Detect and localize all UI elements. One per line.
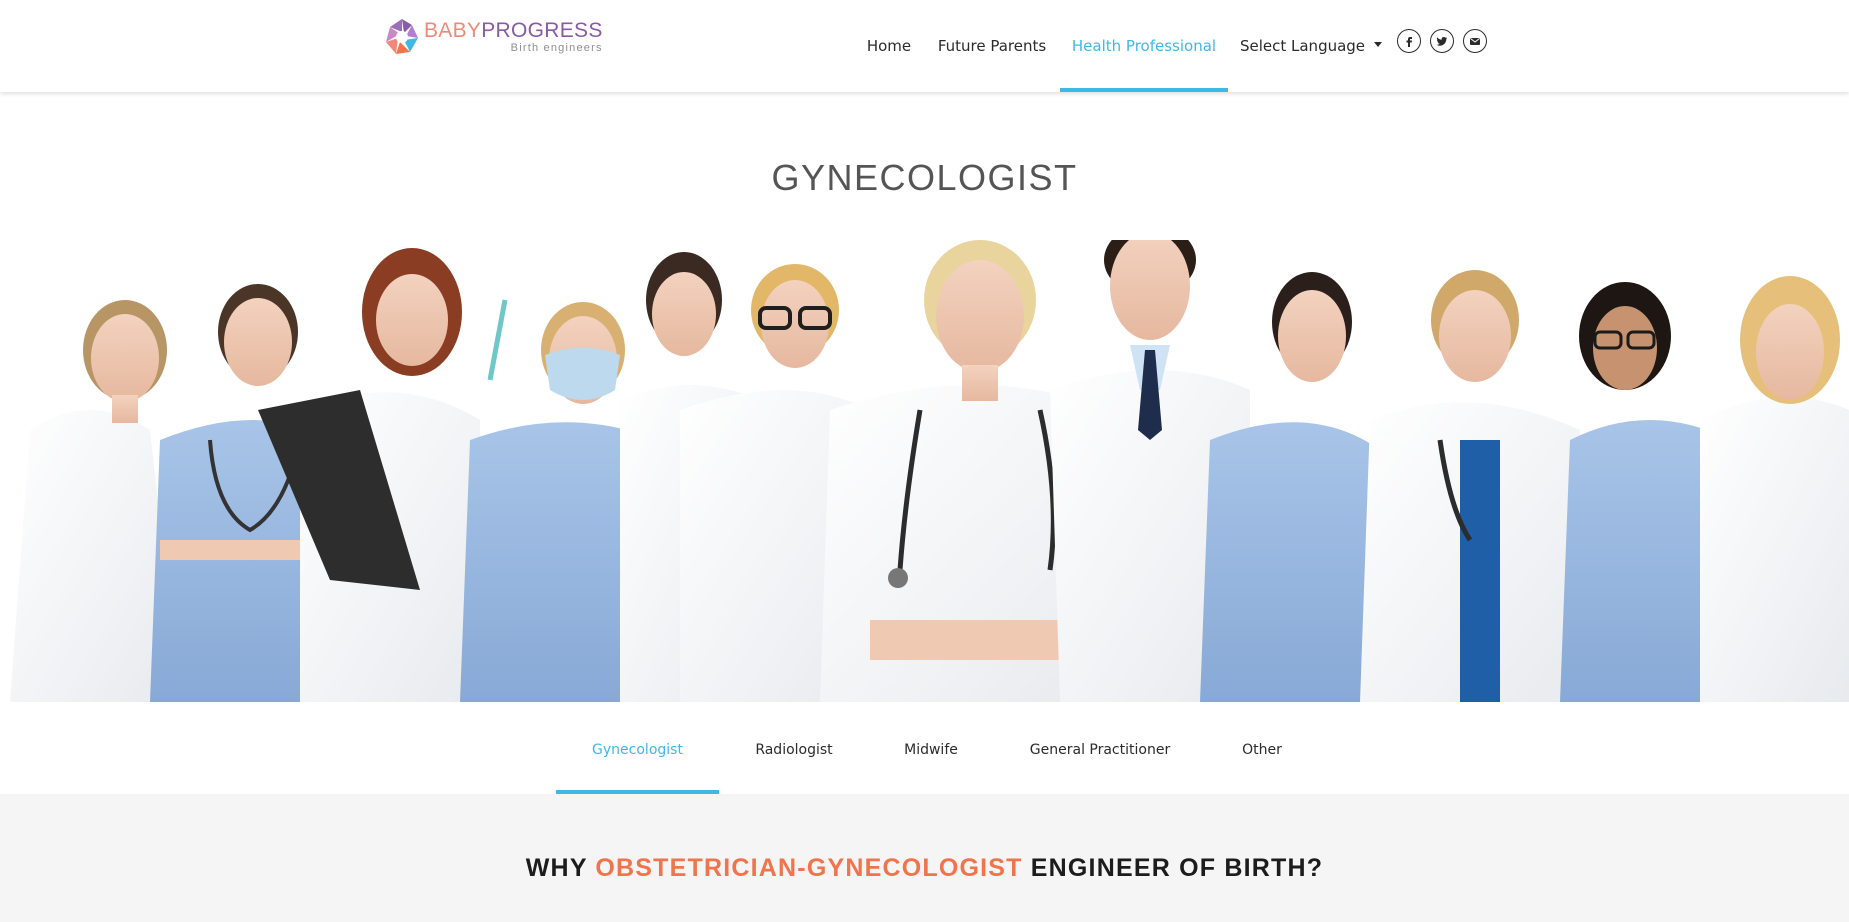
tab-midwife-label: Midwife <box>904 742 958 758</box>
tab-radiologist[interactable]: Radiologist <box>737 702 851 794</box>
brand-name-part1: BABY <box>424 19 482 42</box>
language-dropdown-label: Select Language <box>1239 37 1366 55</box>
tab-midwife[interactable]: Midwife <box>880 702 982 794</box>
brand-name-part2: PROGRESS <box>481 19 603 42</box>
email-link[interactable] <box>1463 29 1487 53</box>
staff-figure <box>1200 272 1390 702</box>
why-heading-suffix: ENGINEER OF BIRTH? <box>1022 854 1324 882</box>
tab-general-practitioner[interactable]: General Practitioner <box>1010 702 1190 794</box>
profession-tabs: Gynecologist Radiologist Midwife General… <box>0 702 1849 794</box>
site-header: BABYPROGRESS Birth engineers Home Future… <box>0 0 1849 92</box>
tab-gynecologist[interactable]: Gynecologist <box>556 702 719 794</box>
medical-team-image <box>10 240 1849 702</box>
brand-tagline: Birth engineers <box>510 42 603 54</box>
email-icon <box>1470 38 1480 45</box>
babyprogress-logo-icon <box>386 19 418 54</box>
nav-health-professional[interactable]: Health Professional <box>1060 0 1228 92</box>
why-heading: WHY OBSTETRICIAN-GYNECOLOGIST ENGINEER O… <box>0 854 1849 883</box>
tab-general-practitioner-label: General Practitioner <box>1029 742 1171 758</box>
twitter-link[interactable] <box>1430 29 1454 53</box>
staff-figure <box>1700 276 1849 702</box>
tab-other-label: Other <box>1242 742 1282 758</box>
why-section: WHY OBSTETRICIAN-GYNECOLOGIST ENGINEER O… <box>0 794 1849 922</box>
nav-health-professional-label: Health Professional <box>1071 37 1217 55</box>
staff-figure <box>1360 270 1590 702</box>
nav-home[interactable]: Home <box>858 0 920 92</box>
tab-gynecologist-label: Gynecologist <box>592 742 683 758</box>
tab-other[interactable]: Other <box>1222 702 1302 794</box>
facebook-link[interactable] <box>1397 29 1421 53</box>
why-heading-highlight: OBSTETRICIAN-GYNECOLOGIST <box>595 854 1023 882</box>
caret-down-icon <box>1374 41 1383 47</box>
nav-future-parents-label: Future Parents <box>937 37 1047 55</box>
brand-logo[interactable]: BABYPROGRESS Birth engineers <box>382 16 603 58</box>
hero-image <box>0 240 1849 702</box>
twitter-icon <box>1436 37 1448 46</box>
why-heading-prefix: WHY <box>525 854 596 882</box>
facebook-icon <box>1406 37 1412 47</box>
language-dropdown[interactable]: Select Language <box>1239 0 1383 92</box>
nav-future-parents[interactable]: Future Parents <box>934 0 1050 92</box>
nav-home-label: Home <box>866 37 912 55</box>
page-title: GYNECOLOGIST <box>771 157 1078 198</box>
tab-radiologist-label: Radiologist <box>755 742 833 758</box>
